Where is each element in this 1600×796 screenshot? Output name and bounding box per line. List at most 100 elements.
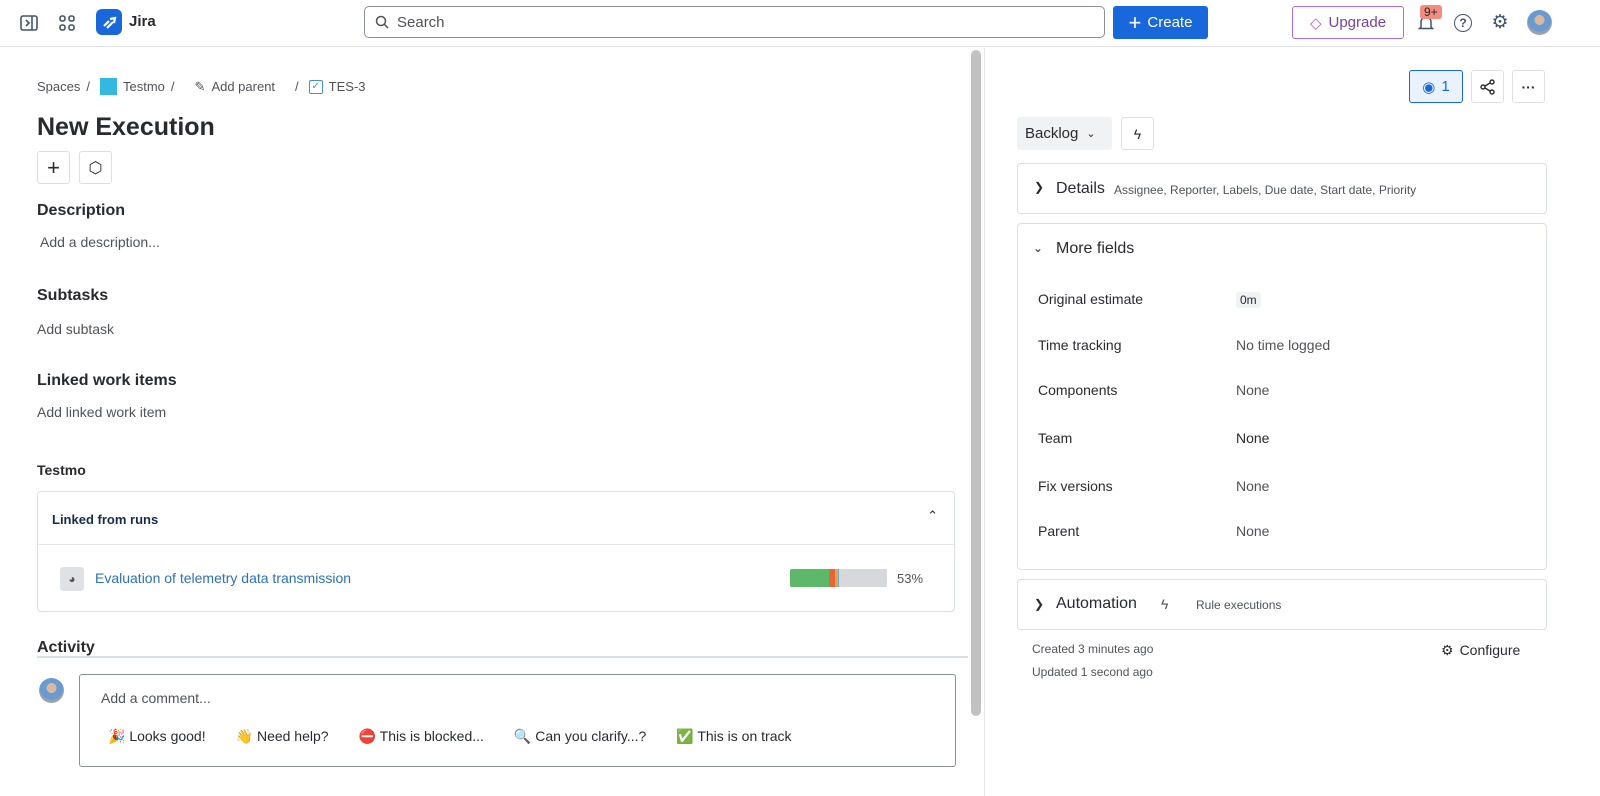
updated-timestamp: Updated 1 second ago — [1032, 665, 1153, 679]
chevron-right-icon: ❯ — [1034, 180, 1045, 194]
configure-button[interactable]: ⚙ Configure — [1441, 642, 1520, 659]
testmo-heading: Testmo — [37, 462, 86, 478]
share-button[interactable] — [1471, 70, 1504, 103]
edit-pencil-icon: ✎ — [194, 78, 206, 94]
add-button[interactable]: + — [37, 151, 70, 184]
create-button[interactable]: + Create — [1113, 6, 1208, 39]
emoji-icon: 🔍 — [513, 728, 532, 744]
breadcrumb: Spaces / Testmo / ✎ Add parent / ✓ TES-3 — [37, 78, 366, 95]
quick-reply-button[interactable]: 🔍 Can you clarify...? — [514, 728, 646, 745]
lightning-icon: ϟ — [1161, 596, 1169, 612]
breadcrumb-spaces[interactable]: Spaces — [37, 79, 80, 94]
create-label: Create — [1147, 14, 1193, 31]
field-label: Components — [1038, 382, 1118, 398]
field-label: Original estimate — [1038, 291, 1144, 307]
quick-reply-button[interactable]: ✅ This is on track — [676, 728, 791, 745]
search-placeholder: Search — [397, 13, 445, 31]
watch-count: 1 — [1441, 78, 1450, 95]
notification-badge: 9+ — [1420, 5, 1442, 19]
run-progress-bar — [790, 569, 887, 587]
description-input[interactable]: Add a description... — [40, 234, 160, 250]
description-heading: Description — [37, 202, 126, 219]
gear-icon: ⚙ — [1441, 642, 1454, 658]
emoji-icon: 🎉 — [108, 728, 126, 744]
app-switcher-icon[interactable] — [56, 12, 78, 34]
quick-reply-button[interactable]: 🎉 Looks good! — [108, 728, 206, 745]
linked-runs-panel: Linked from runs ⌃ ◕ Evaluation of telem… — [37, 491, 955, 612]
automation-section[interactable]: ❯ Automation ϟ Rule executions — [1017, 579, 1547, 630]
field-value[interactable]: 0m — [1236, 291, 1261, 308]
comment-placeholder: Add a comment... — [101, 690, 211, 706]
chevron-right-icon: ❯ — [1034, 597, 1045, 611]
gem-icon: ◇ — [1309, 14, 1322, 32]
plus-icon: + — [47, 154, 60, 180]
progress-segment — [790, 569, 829, 587]
details-summary: Assignee, Reporter, Labels, Due date, St… — [1114, 183, 1417, 197]
quick-reply-button[interactable]: 👋 Need help? — [236, 728, 329, 745]
quick-reply-label: Can you clarify...? — [535, 728, 647, 744]
add-subtask-link[interactable]: Add subtask — [37, 321, 114, 337]
main-scrollbar[interactable] — [971, 50, 981, 716]
field-label: Team — [1038, 430, 1073, 446]
lightning-icon: ϟ — [1133, 125, 1142, 142]
sidebar-toggle-icon[interactable] — [18, 12, 40, 34]
add-parent-link[interactable]: Add parent — [211, 79, 275, 94]
share-icon — [1479, 78, 1495, 95]
app-name: Jira — [129, 13, 156, 30]
run-link[interactable]: Evaluation of telemetry data transmissio… — [95, 570, 351, 586]
progress-segment — [839, 569, 887, 587]
automation-subtitle: Rule executions — [1196, 598, 1282, 612]
estimate-chip: 0m — [1236, 292, 1261, 308]
jira-logo-icon[interactable] — [96, 9, 122, 35]
apps-button[interactable]: ⬡ — [79, 151, 112, 184]
field-value[interactable]: None — [1236, 430, 1269, 446]
settings-gear-icon[interactable]: ⚙ — [1489, 11, 1511, 33]
quick-reply-label: Need help? — [256, 728, 329, 744]
quick-reply-label: Looks good! — [129, 728, 206, 744]
upgrade-label: Upgrade — [1328, 14, 1387, 31]
user-avatar[interactable] — [1527, 10, 1552, 35]
linked-items-heading: Linked work items — [37, 372, 177, 389]
more-fields-title[interactable]: More fields — [1056, 240, 1134, 258]
watch-button[interactable]: ◉ 1 — [1409, 70, 1463, 103]
comment-input[interactable]: Add a comment... 🎉 Looks good! 👋 Need hel… — [79, 674, 956, 767]
field-label: Parent — [1038, 523, 1080, 539]
automation-title: Automation — [1056, 595, 1137, 612]
emoji-icon: ✅ — [676, 728, 694, 744]
upgrade-button[interactable]: ◇ Upgrade — [1292, 6, 1404, 39]
quick-reply-label: This is blocked... — [379, 728, 484, 744]
status-dropdown[interactable]: Backlog ⌄ — [1017, 117, 1112, 150]
quick-reply-label: This is on track — [697, 728, 792, 744]
field-value[interactable]: None — [1236, 478, 1269, 494]
collapse-chevron-icon[interactable]: ⌃ — [927, 508, 938, 524]
chevron-down-icon[interactable]: ⌄ — [1033, 241, 1043, 255]
field-value[interactable]: None — [1236, 523, 1269, 539]
panel-title: Linked from runs — [52, 512, 159, 527]
more-dots-icon: ··· — [1521, 78, 1536, 95]
testmo-project-icon — [100, 78, 117, 95]
page-title[interactable]: New Execution — [37, 113, 215, 142]
user-avatar — [39, 678, 64, 703]
search-input[interactable]: Search — [364, 6, 1105, 38]
subtasks-heading: Subtasks — [37, 287, 109, 304]
configure-label: Configure — [1459, 642, 1521, 658]
search-icon — [375, 15, 389, 29]
breadcrumb-project[interactable]: Testmo — [123, 79, 165, 94]
field-label: Time tracking — [1038, 337, 1122, 353]
field-value[interactable]: No time logged — [1236, 337, 1330, 353]
status-label: Backlog — [1025, 125, 1079, 142]
plus-icon: + — [1128, 9, 1142, 35]
quick-reply-button[interactable]: ⛔ This is blocked... — [359, 728, 484, 745]
more-actions-button[interactable]: ··· — [1512, 70, 1545, 103]
task-checkbox-icon: ✓ — [308, 79, 323, 94]
add-linked-item-link[interactable]: Add linked work item — [37, 404, 166, 420]
breadcrumb-issue-key[interactable]: TES-3 — [329, 79, 366, 94]
top-navigation: Jira Search + Create ◇ Upgrade 9+ ? ⚙ — [0, 0, 1600, 47]
automation-button[interactable]: ϟ — [1121, 117, 1154, 150]
help-icon[interactable]: ? — [1454, 14, 1472, 32]
emoji-icon: 👋 — [235, 728, 254, 744]
field-value[interactable]: None — [1236, 382, 1269, 398]
activity-heading: Activity — [37, 639, 95, 656]
chevron-down-icon: ⌄ — [1086, 128, 1096, 140]
details-section[interactable]: ❯ Details Assignee, Reporter, Labels, Du… — [1017, 163, 1547, 214]
